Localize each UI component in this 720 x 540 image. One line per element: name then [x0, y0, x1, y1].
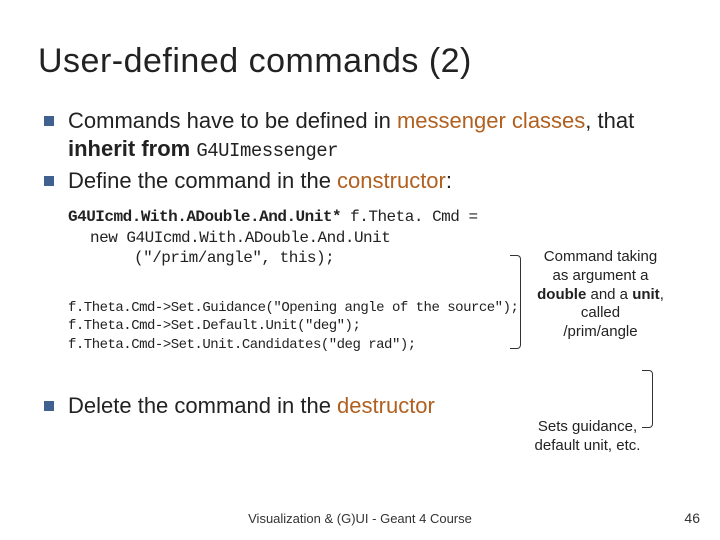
- code-line: new G4UIcmd.With.ADouble.And.Unit: [68, 228, 682, 249]
- bold-text: inherit from: [68, 136, 196, 161]
- text: Define the command in the: [68, 168, 337, 193]
- code-line: f.Theta. Cmd =: [341, 208, 478, 226]
- text: called: [581, 304, 620, 321]
- mono-text: G4UImessenger: [196, 140, 338, 162]
- bullet-1: Commands have to be defined in messenger…: [38, 107, 682, 163]
- footer-text: Visualization & (G)UI - Geant 4 Course: [0, 511, 720, 526]
- text: default unit, etc.: [535, 437, 641, 454]
- slide-title: User-defined commands (2): [38, 42, 682, 81]
- bold-text: double: [537, 286, 586, 303]
- annotation-1: Command taking as argument a double and …: [528, 248, 673, 342]
- text: Commands have to be defined in: [68, 108, 397, 133]
- text: , that: [585, 108, 634, 133]
- text: /prim/angle: [563, 323, 637, 340]
- bold-text: unit: [632, 286, 660, 303]
- text: Sets guidance,: [538, 418, 637, 435]
- text: and a: [586, 286, 632, 303]
- bullet-3: Delete the command in the destructor: [38, 392, 682, 420]
- text: ,: [660, 286, 664, 303]
- accent-text: destructor: [337, 393, 435, 418]
- brace-icon: [510, 255, 521, 349]
- annotation-2: Sets guidance, default unit, etc.: [510, 418, 665, 456]
- accent-text: constructor: [337, 168, 446, 193]
- page-number: 46: [684, 510, 700, 526]
- accent-text: messenger classes: [397, 108, 585, 133]
- text: Delete the command in the: [68, 393, 337, 418]
- text: Command taking: [544, 248, 657, 265]
- bullet-2: Define the command in the constructor:: [38, 167, 682, 195]
- text: :: [446, 168, 452, 193]
- code-line: G4UIcmd.With.ADouble.And.Unit*: [68, 208, 341, 226]
- text: as argument a: [553, 267, 649, 284]
